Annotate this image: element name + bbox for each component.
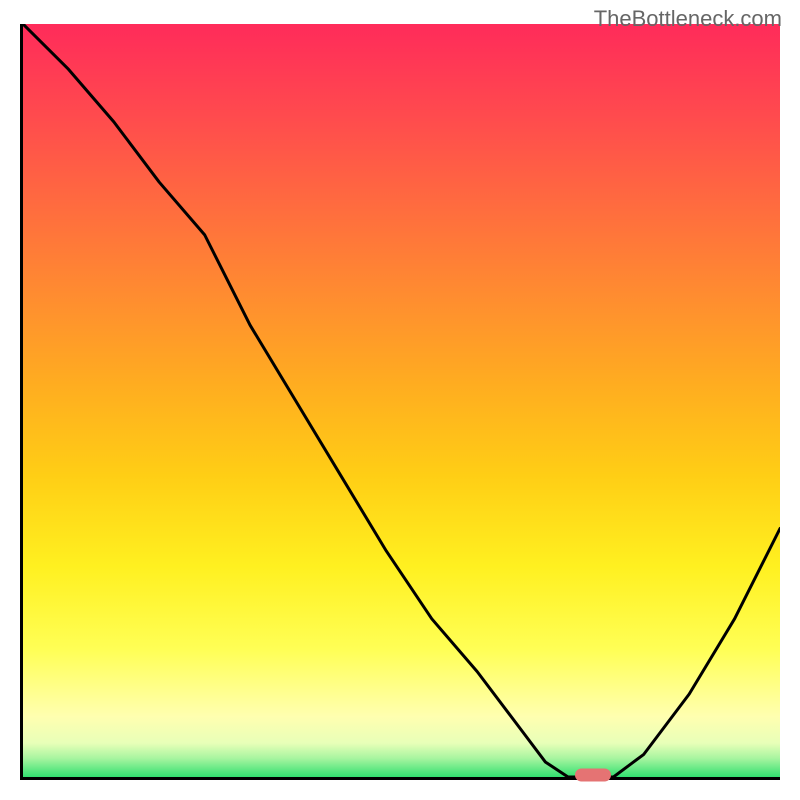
plot-area bbox=[20, 24, 780, 780]
curve-svg bbox=[23, 24, 780, 777]
optimal-marker bbox=[575, 769, 611, 782]
bottleneck-curve-path bbox=[23, 24, 780, 777]
bottleneck-chart: TheBottleneck.com bbox=[0, 0, 800, 800]
watermark-text: TheBottleneck.com bbox=[594, 6, 782, 32]
